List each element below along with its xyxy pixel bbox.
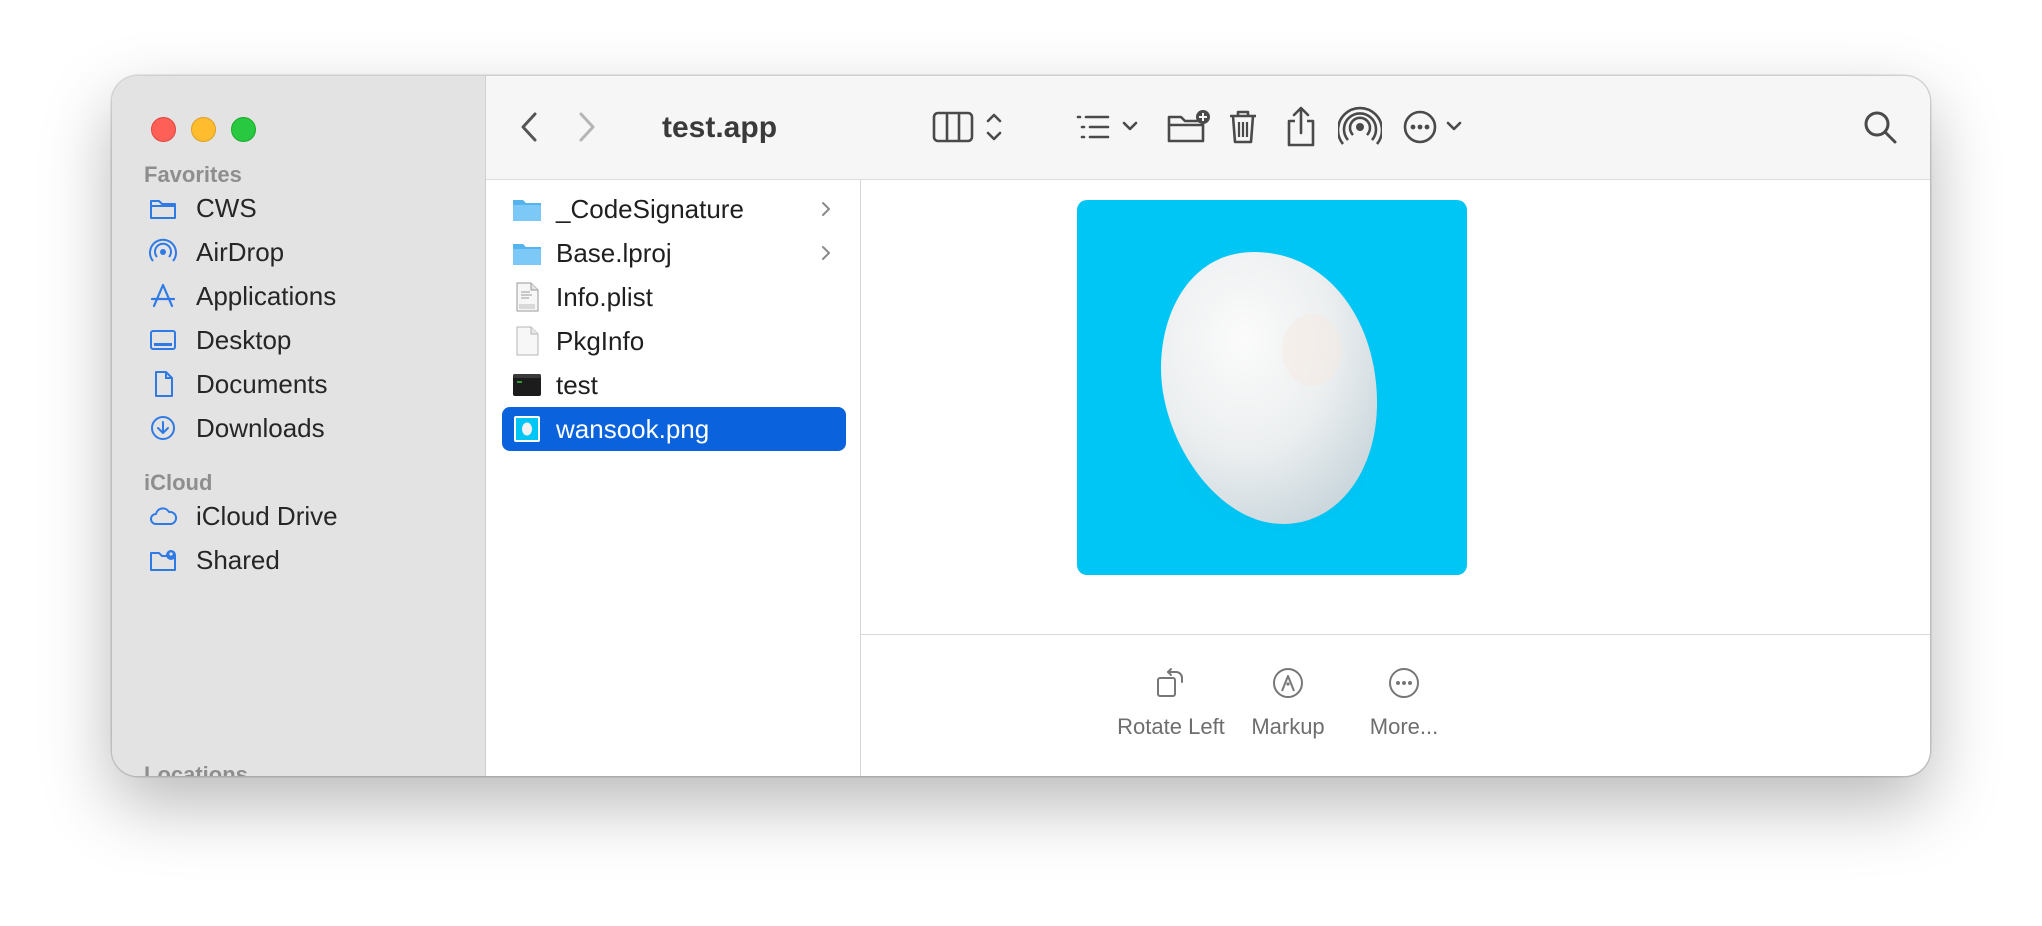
new-folder-button[interactable] <box>1166 102 1212 152</box>
sidebar-item-cws[interactable]: CWS <box>148 188 257 228</box>
airdrop-button[interactable] <box>1338 102 1382 152</box>
airdrop-icon <box>1338 106 1382 145</box>
locations-header: Locations <box>144 762 248 776</box>
sidebar-item-label: Downloads <box>196 412 325 443</box>
file-column: _CodeSignature Base.lproj Info.plist Pkg… <box>486 180 861 776</box>
document-icon <box>155 371 173 397</box>
list-group-icon <box>1076 115 1138 139</box>
desktop-icon <box>150 330 176 350</box>
sidebar-item-shared[interactable]: Shared <box>148 540 280 580</box>
new-folder-icon <box>1167 110 1210 143</box>
folder-icon <box>150 200 176 219</box>
window-title: test.app <box>662 111 778 144</box>
icloud-header: iCloud <box>144 470 213 495</box>
folder-icon <box>513 244 541 265</box>
ellipsis-circle-icon <box>1403 110 1462 144</box>
image-file-icon <box>514 416 540 442</box>
sidebar-item-desktop[interactable]: Desktop <box>148 320 291 360</box>
close-button[interactable] <box>151 117 176 142</box>
chevron-left-icon <box>521 112 537 142</box>
executable-icon <box>513 374 541 396</box>
share-button[interactable] <box>1284 102 1318 152</box>
chevron-right-icon <box>822 246 830 260</box>
chevron-right-icon <box>579 112 595 142</box>
egg-image <box>1161 252 1383 542</box>
sidebar-item-label: Shared <box>196 544 280 575</box>
sidebar-item-applications[interactable]: Applications <box>148 276 336 316</box>
airdrop-icon <box>149 238 177 262</box>
sidebar-item-documents[interactable]: Documents <box>148 364 328 404</box>
cloud-icon <box>150 507 178 525</box>
group-button[interactable] <box>1074 102 1144 152</box>
action-label: Markup <box>1251 714 1325 739</box>
preview-pane: Rotate Left Markup More... <box>861 180 1930 776</box>
search-icon <box>1864 111 1897 144</box>
file-name: _CodeSignature <box>556 193 744 224</box>
file-name: PkgInfo <box>556 325 645 356</box>
plist-file-icon <box>516 282 539 312</box>
sidebar-item-label: AirDrop <box>196 236 285 267</box>
image-preview <box>1077 200 1467 575</box>
sidebar-item-label: Documents <box>196 368 328 399</box>
file-row-base-lproj[interactable]: Base.lproj <box>502 231 846 275</box>
file-row-test[interactable]: test <box>502 363 846 407</box>
sidebar-item-downloads[interactable]: Downloads <box>148 408 325 448</box>
file-name: Base.lproj <box>556 237 672 268</box>
finder-window: Favorites CWS AirDrop Applications Deskt… <box>112 76 1930 776</box>
file-name: test <box>556 369 598 400</box>
rotate-left-icon <box>1157 668 1183 697</box>
file-name: Info.plist <box>556 281 653 312</box>
folder-icon <box>513 200 541 221</box>
download-icon <box>151 416 175 440</box>
preview-divider <box>861 634 1930 635</box>
forward-button[interactable] <box>572 102 602 152</box>
share-icon <box>1287 106 1315 147</box>
trash-icon <box>1230 110 1256 144</box>
trash-button[interactable] <box>1226 102 1260 152</box>
maximize-button[interactable] <box>231 117 256 142</box>
sidebar-item-label: CWS <box>196 192 257 223</box>
file-row-wansook-png[interactable]: wansook.png <box>502 407 846 451</box>
sidebar-item-label: Applications <box>196 280 337 311</box>
markup-icon <box>1273 668 1303 698</box>
view-mode-button[interactable] <box>930 102 1010 152</box>
sidebar-item-icloud-drive[interactable]: iCloud Drive <box>148 496 338 536</box>
sidebar-item-label: Desktop <box>196 324 292 355</box>
file-name: wansook.png <box>556 413 710 444</box>
file-row-info-plist[interactable]: Info.plist <box>502 275 846 319</box>
sidebar-item-label: iCloud Drive <box>196 500 338 531</box>
applications-icon <box>150 283 176 308</box>
sidebar: Favorites CWS AirDrop Applications Deskt… <box>112 76 486 776</box>
more-icon <box>1389 668 1419 698</box>
toolbar: test.app <box>486 76 1930 180</box>
shared-folder-icon <box>150 550 176 571</box>
file-row-pkginfo[interactable]: PkgInfo <box>502 319 846 363</box>
more-button[interactable]: More... <box>1324 666 1484 740</box>
chevron-right-icon <box>822 202 830 216</box>
sidebar-item-airdrop[interactable]: AirDrop <box>148 232 284 272</box>
more-actions-button[interactable] <box>1400 102 1470 152</box>
minimize-button[interactable] <box>191 117 216 142</box>
search-button[interactable] <box>1860 102 1900 152</box>
action-label: More... <box>1369 714 1439 739</box>
columns-view-icon <box>932 111 1002 143</box>
blank-file-icon <box>516 326 539 356</box>
file-row-codesignature[interactable]: _CodeSignature <box>502 187 846 231</box>
back-button[interactable] <box>514 102 544 152</box>
favorites-header: Favorites <box>144 162 242 187</box>
